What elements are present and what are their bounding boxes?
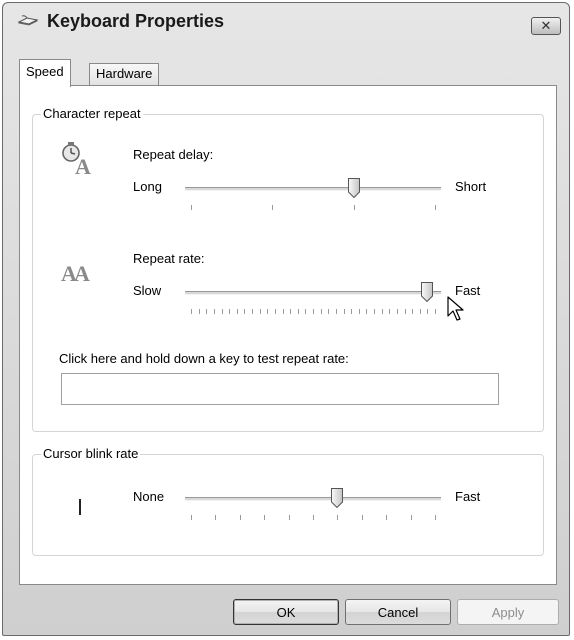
slider-tick — [267, 309, 269, 314]
repeat-rate-label: Repeat rate: — [133, 251, 205, 266]
svg-text:A: A — [74, 261, 90, 286]
cursor-blink-slider-ticks — [191, 515, 436, 521]
slider-tick — [435, 515, 436, 520]
repeat-delay-min-label: Long — [133, 179, 162, 194]
slider-tick — [313, 309, 314, 314]
repeat-rate-min-label: Slow — [133, 283, 162, 298]
slider-tick — [435, 205, 436, 210]
slider-tick — [213, 309, 215, 314]
slider-tick — [410, 515, 412, 520]
slider-tick — [274, 309, 276, 314]
repeat-delay-slider-track[interactable] — [185, 187, 441, 191]
tab-speed[interactable]: Speed — [19, 59, 71, 87]
repeat-rate-slider-ticks — [191, 309, 436, 315]
cursor-blink-max-label: Fast — [455, 489, 481, 504]
speed-tab-panel: Character repeat A Repeat delay: Long Sh… — [19, 85, 557, 585]
slider-tick — [435, 309, 436, 314]
ok-button[interactable]: OK — [233, 599, 339, 625]
slider-tick — [252, 309, 253, 314]
test-repeat-label: Click here and hold down a key to test r… — [59, 351, 349, 366]
repeat-rate-slider-track[interactable] — [185, 291, 441, 295]
title-bar[interactable]: Keyboard Properties ✕ — [3, 3, 569, 39]
slider-tick — [361, 515, 363, 520]
slider-tick — [351, 309, 353, 314]
keyboard-icon — [17, 13, 39, 27]
slider-tick — [353, 205, 355, 210]
repeat-rate-slider-thumb[interactable] — [421, 282, 434, 303]
slider-tick — [206, 309, 208, 314]
slider-tick — [313, 515, 314, 520]
slider-tick — [191, 515, 192, 520]
slider-tick — [381, 309, 383, 314]
cursor-blink-group: Cursor blink rate None Fast — [32, 446, 544, 556]
window-title: Keyboard Properties — [47, 11, 225, 31]
slider-tick — [264, 515, 266, 520]
slider-tick — [244, 309, 246, 314]
repeat-delay-icon: A — [59, 141, 95, 179]
close-button[interactable]: ✕ — [531, 17, 561, 35]
slider-tick — [343, 309, 345, 314]
slider-tick — [272, 205, 274, 210]
cancel-button[interactable]: Cancel — [345, 599, 451, 625]
slider-tick — [366, 309, 368, 314]
keyboard-properties-window: Keyboard Properties ✕ Speed Hardware Cha… — [2, 2, 570, 636]
slider-tick — [239, 515, 241, 520]
repeat-rate-icon: A A — [59, 257, 99, 287]
slider-tick — [221, 309, 223, 314]
svg-text:A: A — [75, 154, 91, 177]
slider-tick — [328, 309, 330, 314]
slider-tick — [191, 205, 192, 210]
slider-tick — [335, 309, 337, 314]
test-repeat-input[interactable] — [61, 373, 499, 405]
slider-tick — [288, 515, 290, 520]
slider-tick — [229, 309, 231, 314]
slider-tick — [389, 309, 391, 314]
slider-tick — [290, 309, 292, 314]
apply-button[interactable]: Apply — [457, 599, 559, 625]
slider-tick — [427, 309, 429, 314]
tab-hardware[interactable]: Hardware — [89, 63, 160, 85]
slider-tick — [282, 309, 284, 314]
repeat-delay-slider-ticks — [191, 205, 436, 211]
close-icon: ✕ — [540, 18, 552, 33]
slider-tick — [419, 309, 421, 314]
repeat-delay-max-label: Short — [455, 179, 487, 194]
slider-tick — [374, 309, 375, 314]
slider-tick — [215, 515, 217, 520]
slider-tick — [259, 309, 261, 314]
slider-tick — [337, 515, 339, 520]
repeat-delay-slider-thumb[interactable] — [347, 178, 360, 199]
slider-tick — [297, 309, 299, 314]
cursor-blink-group-title: Cursor blink rate — [41, 446, 141, 462]
repeat-delay-label: Repeat delay: — [133, 147, 214, 162]
character-repeat-group-title: Character repeat — [41, 106, 143, 122]
slider-tick — [236, 309, 238, 314]
slider-tick — [198, 309, 200, 314]
slider-tick — [386, 515, 388, 520]
cursor-blink-slider-track[interactable] — [185, 497, 441, 501]
slider-tick — [412, 309, 414, 314]
cursor-blink-slider-thumb[interactable] — [331, 488, 344, 509]
slider-tick — [320, 309, 322, 314]
slider-tick — [305, 309, 307, 314]
mouse-pointer-icon — [447, 296, 467, 322]
character-repeat-group: Character repeat A Repeat delay: Long Sh… — [32, 106, 544, 432]
slider-tick — [396, 309, 398, 314]
cursor-blink-min-label: None — [133, 489, 165, 504]
slider-tick — [404, 309, 406, 314]
slider-tick — [191, 309, 192, 314]
slider-tick — [358, 309, 360, 314]
text-cursor-icon — [79, 499, 81, 515]
